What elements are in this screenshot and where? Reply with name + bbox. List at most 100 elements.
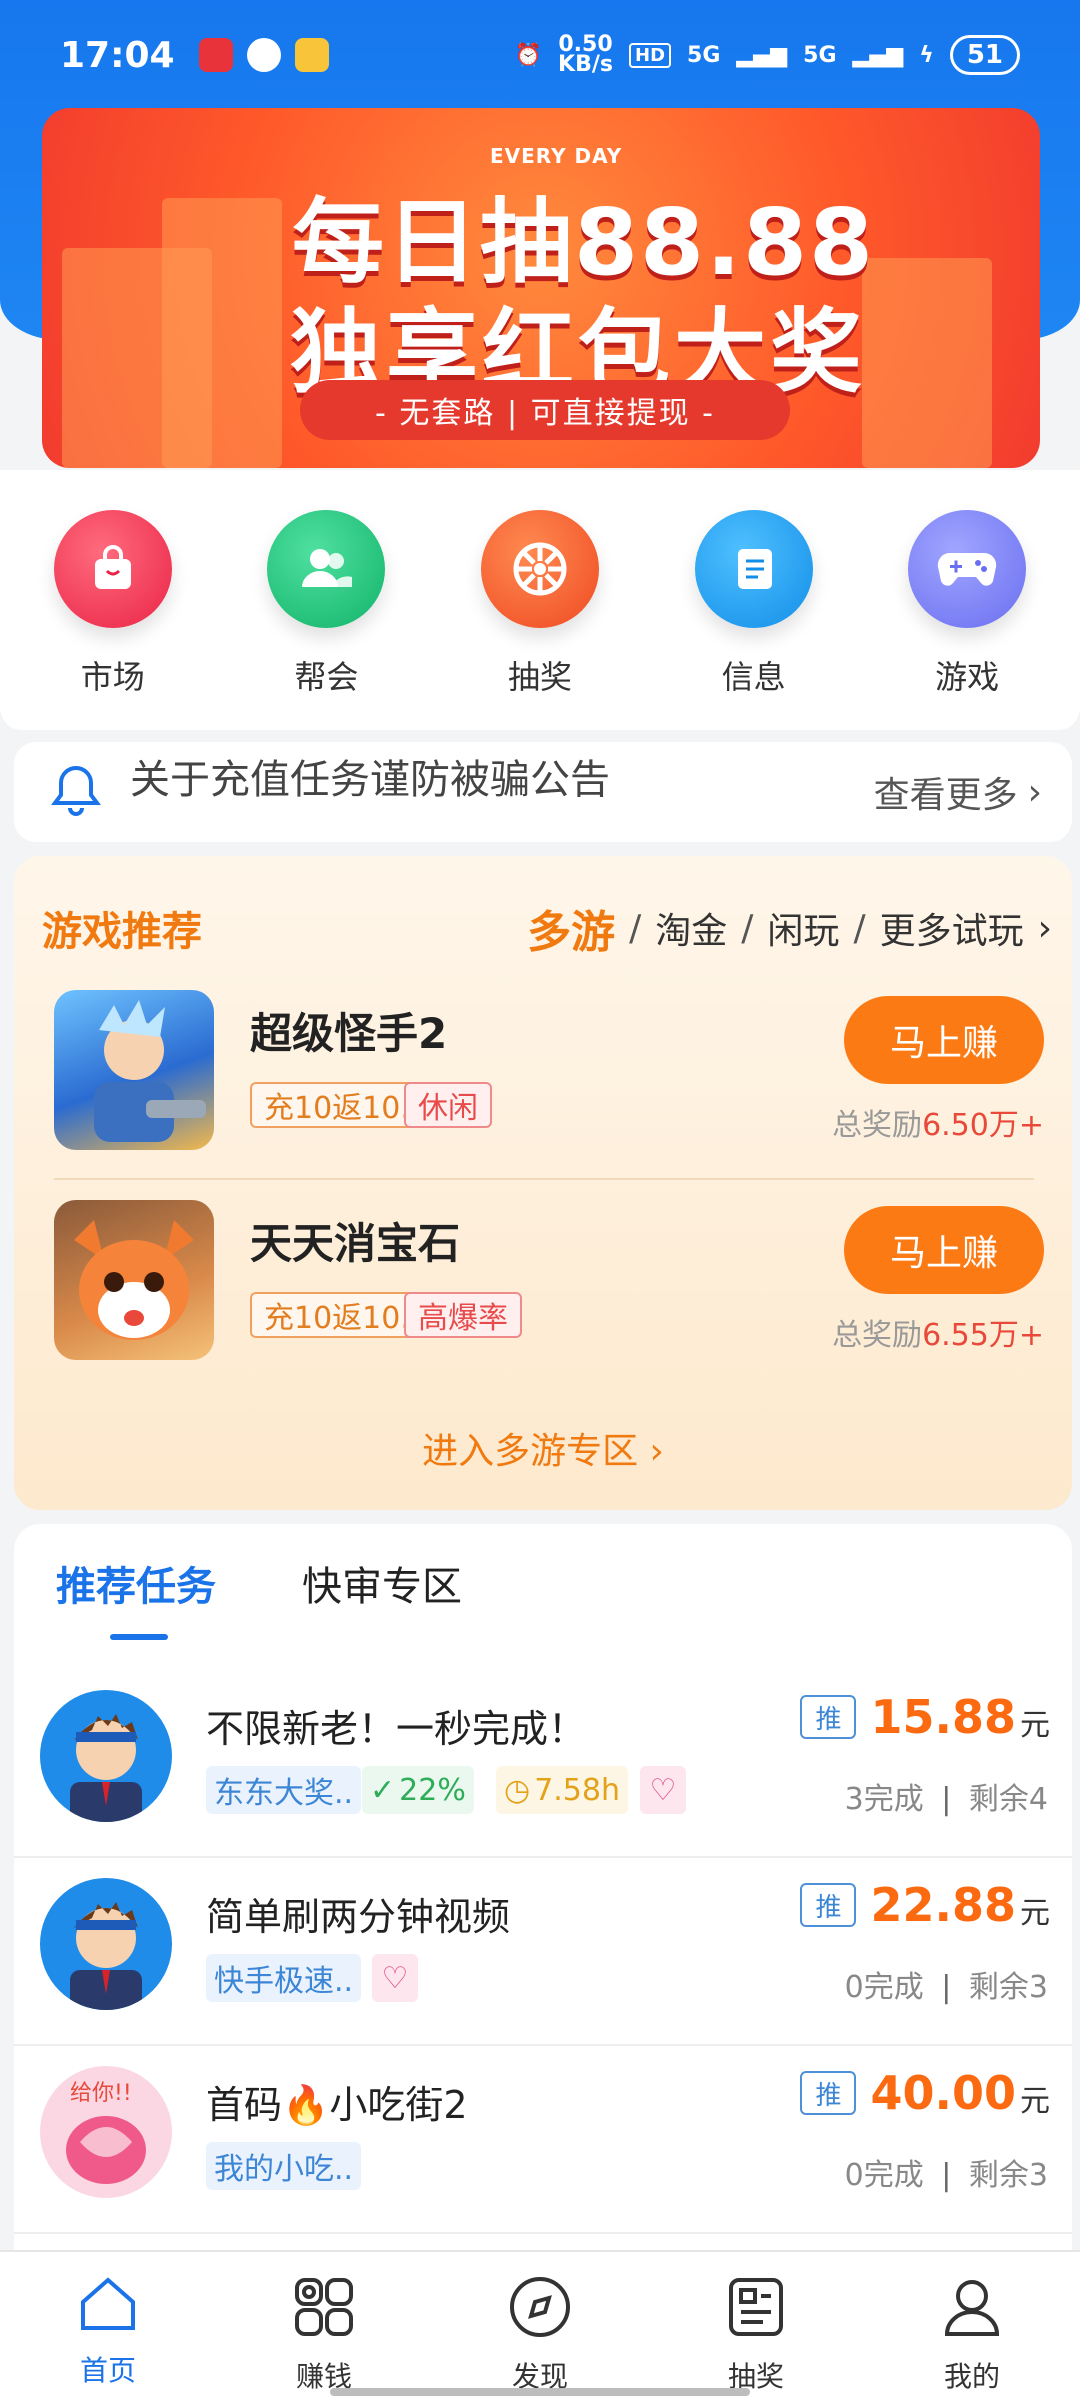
task-price: 推 22.88 元 bbox=[800, 1878, 1050, 1932]
recommend-badge: 推 bbox=[800, 1883, 857, 1927]
avatar: 给你!! bbox=[40, 2066, 172, 2198]
quick-nav-market[interactable]: 市场 bbox=[6, 510, 220, 730]
task-price: 推 15.88 元 bbox=[800, 1690, 1050, 1744]
building-decoration bbox=[162, 198, 282, 468]
banner-tagline: EVERY DAY bbox=[490, 144, 623, 168]
price-amount: 15.88 bbox=[870, 1690, 1016, 1744]
task-title: 简单刷两分钟视频 bbox=[206, 1895, 511, 1939]
game-item[interactable]: 超级怪手2 充10返10.7元 休闲 马上赚 总奖励6.50万+ bbox=[54, 990, 1044, 1170]
nav-label: 我的 bbox=[943, 2360, 1000, 2393]
compass-icon bbox=[507, 2274, 573, 2347]
divider bbox=[14, 2232, 1072, 2234]
game-thumbnail bbox=[54, 990, 214, 1150]
tab-quick-review[interactable]: 快审专区 bbox=[302, 1554, 462, 1612]
tab-separator: / bbox=[853, 907, 866, 949]
tab-duoyou[interactable]: 多游 bbox=[527, 896, 615, 960]
nav-earn[interactable]: 赚钱 bbox=[234, 2274, 414, 2400]
chevron-right-icon: › bbox=[649, 1431, 664, 1472]
task-list-panel: 推荐任务 快审专区 不限新老！一秒完成！ 东东大奖.. ✓ 22% ◷ 7.58h … bbox=[14, 1524, 1072, 2264]
bag-icon bbox=[53, 510, 172, 628]
tab-more-trials[interactable]: 更多试玩 bbox=[880, 902, 1024, 954]
group-icon bbox=[267, 510, 386, 628]
announcement-title: 关于充值任务谨防被骗公告 bbox=[130, 757, 610, 803]
nav-lottery[interactable]: 抽奖 bbox=[666, 2274, 846, 2400]
announcement-bar[interactable]: 关于充值任务谨防被骗公告 查看更多 › bbox=[14, 742, 1072, 842]
tab-recommended-tasks[interactable]: 推荐任务 bbox=[56, 1554, 216, 1612]
reward-value: 6.55万+ bbox=[922, 1318, 1044, 1353]
nav-home[interactable]: 首页 bbox=[18, 2274, 198, 2400]
recommend-badge: 推 bbox=[800, 1695, 857, 1739]
task-item[interactable]: 不限新老！一秒完成！ 东东大奖.. ✓ 22% ◷ 7.58h ♡ 推 15.88 … bbox=[14, 1670, 1072, 1858]
home-icon bbox=[75, 2274, 141, 2341]
quick-nav-label: 信息 bbox=[721, 658, 786, 696]
task-item[interactable]: 给你!! 首码🔥小吃街2 我的小吃.. 推 40.00 元 0完成 | 剩余3 bbox=[14, 2046, 1072, 2234]
game-genre-tag: 休闲 bbox=[404, 1082, 492, 1128]
signal-5g-1: 5G bbox=[687, 42, 721, 68]
avatar bbox=[40, 1690, 172, 1822]
task-item[interactable]: 简单刷两分钟视频 快手极速.. ♡ 推 22.88 元 0完成 | 剩余3 bbox=[14, 1858, 1072, 2046]
task-tabs: 推荐任务 快审专区 bbox=[56, 1554, 462, 1612]
chevron-right-icon: › bbox=[1037, 907, 1052, 949]
profile-icon bbox=[939, 2274, 1005, 2347]
task-price: 推 40.00 元 bbox=[800, 2066, 1050, 2120]
active-tab-indicator bbox=[110, 1634, 168, 1640]
bottom-nav: 首页 赚钱 发现 抽奖 我的 bbox=[0, 2250, 1080, 2400]
task-title: 首码🔥小吃街2 bbox=[206, 2083, 468, 2127]
total-reward: 总奖励6.55万+ bbox=[832, 1310, 1044, 1354]
task-stats: 0完成 | 剩余3 bbox=[845, 2150, 1048, 2194]
price-unit: 元 bbox=[1020, 1708, 1050, 1743]
gamepad-icon bbox=[908, 510, 1027, 628]
signal-icon: ▂▄▆ bbox=[852, 42, 904, 68]
earn-now-button[interactable]: 马上赚 bbox=[844, 996, 1044, 1084]
chevron-right-icon: › bbox=[1027, 771, 1042, 813]
stats-separator: | bbox=[941, 1782, 952, 1817]
stats-separator: | bbox=[941, 2158, 952, 2193]
task-title: 不限新老！一秒完成！ bbox=[206, 1707, 587, 1751]
completed-count: 0完成 bbox=[844, 1970, 924, 2005]
task-duration: 7.58h bbox=[534, 1772, 620, 1808]
tab-xianwan[interactable]: 闲玩 bbox=[767, 902, 839, 954]
task-app-chip: 东东大奖.. bbox=[206, 1766, 362, 1814]
task-stats: 0完成 | 剩余3 bbox=[845, 1962, 1048, 2006]
home-indicator[interactable] bbox=[330, 2388, 750, 2396]
clock-icon: ◷ bbox=[504, 1772, 531, 1808]
quick-nav-info[interactable]: 信息 bbox=[647, 510, 861, 730]
lottery-icon bbox=[723, 2274, 789, 2347]
bell-icon bbox=[50, 762, 102, 822]
price-amount: 22.88 bbox=[870, 1878, 1016, 1932]
view-more-link[interactable]: 查看更多 › bbox=[874, 766, 1042, 818]
reward-label: 总奖励 bbox=[832, 1108, 923, 1143]
promo-banner[interactable]: EVERY DAY 每日抽88.88 独享红包大奖 - 无套路 | 可直接提现 … bbox=[42, 108, 1040, 468]
charging-icon: ϟ bbox=[919, 42, 934, 68]
signal-icon: ▂▄▆ bbox=[736, 42, 788, 68]
tab-taojin[interactable]: 淘金 bbox=[655, 902, 727, 954]
building-decoration bbox=[862, 258, 992, 468]
earn-now-button[interactable]: 马上赚 bbox=[844, 1206, 1044, 1294]
price-unit: 元 bbox=[1020, 2084, 1050, 2119]
game-genre-tag: 高爆率 bbox=[404, 1292, 522, 1338]
game-item[interactable]: 天天消宝石 充10返10.7元 高爆率 马上赚 总奖励6.55万+ bbox=[54, 1200, 1044, 1380]
avatar bbox=[40, 1878, 172, 2010]
enter-zone-label: 进入多游专区 bbox=[422, 1431, 639, 1472]
alarm-icon: ⏰ bbox=[514, 42, 543, 68]
nav-discover[interactable]: 发现 bbox=[450, 2274, 630, 2400]
quick-nav-guild[interactable]: 帮会 bbox=[220, 510, 434, 730]
remaining-count: 剩余3 bbox=[968, 2158, 1048, 2193]
signal-5g-2: 5G bbox=[803, 42, 837, 68]
message-icon bbox=[246, 38, 281, 72]
quick-nav: 市场 帮会 抽奖 信息 游戏 bbox=[0, 470, 1080, 730]
remaining-count: 剩余4 bbox=[968, 1782, 1048, 1817]
svg-text:给你!!: 给你!! bbox=[70, 2081, 132, 2106]
quick-nav-lottery[interactable]: 抽奖 bbox=[433, 510, 647, 730]
app-notification-icon bbox=[198, 38, 233, 72]
task-app-chip: 我的小吃.. bbox=[206, 2142, 362, 2190]
enter-duoyou-zone-link[interactable]: 进入多游专区 › bbox=[14, 1422, 1072, 1474]
quick-nav-games[interactable]: 游戏 bbox=[860, 510, 1074, 730]
tab-separator: / bbox=[629, 907, 642, 949]
reward-value: 6.50万+ bbox=[922, 1108, 1044, 1143]
task-success-rate-chip: ✓ 22% bbox=[362, 1766, 474, 1814]
nav-label: 首页 bbox=[79, 2354, 136, 2387]
check-circle-icon: ✓ bbox=[370, 1772, 396, 1808]
nav-profile[interactable]: 我的 bbox=[882, 2274, 1062, 2400]
divider bbox=[54, 1178, 1034, 1180]
